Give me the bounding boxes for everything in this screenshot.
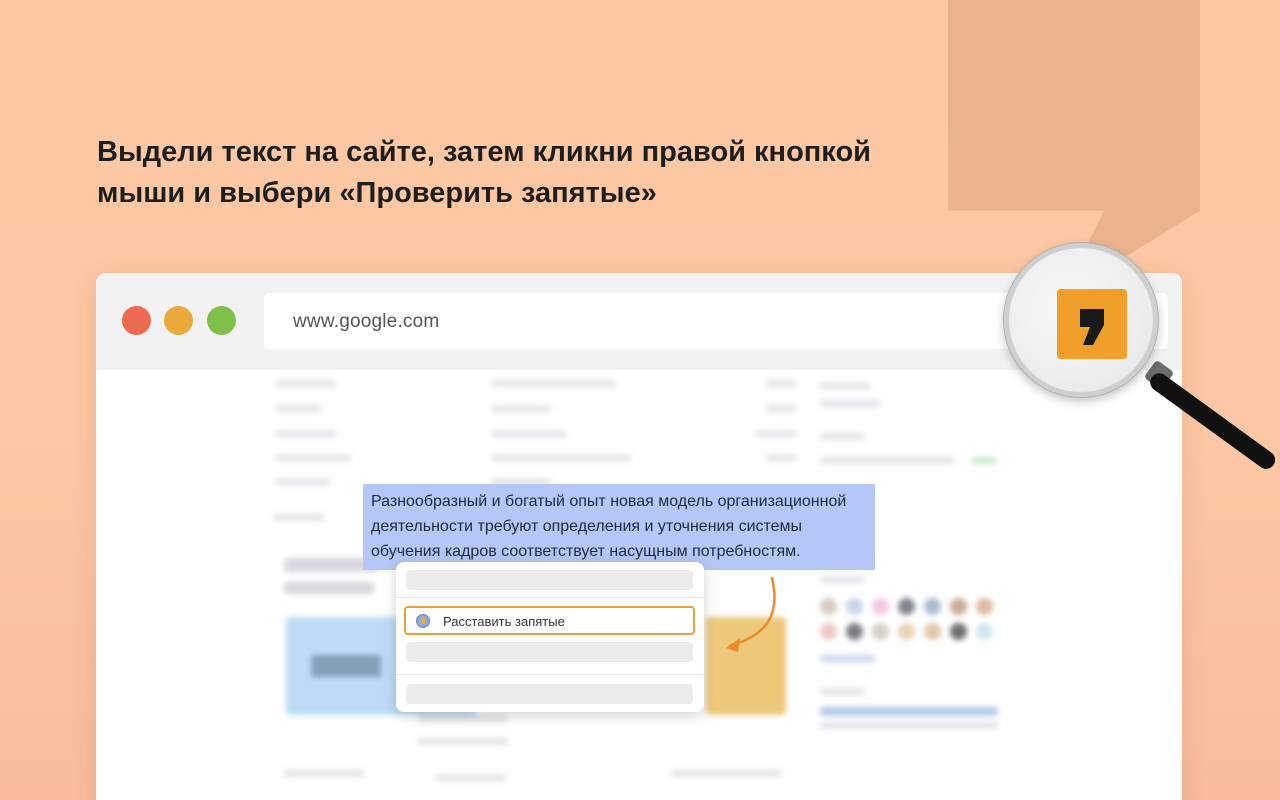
blurred-row [276, 430, 336, 437]
close-window-button[interactable] [122, 306, 151, 335]
blurred-avatar [872, 598, 889, 615]
blurred-avatar [950, 598, 967, 615]
blurred-row [756, 430, 796, 437]
blurred-row [276, 478, 331, 485]
blurred-row [766, 380, 796, 387]
pointer-arrow-icon [726, 576, 776, 652]
blurred-row [820, 400, 880, 407]
blurred-row [418, 738, 508, 745]
blurred-row [276, 380, 336, 387]
blurred-avatar [950, 623, 967, 640]
menu-item-add-commas-label: Расставить запятые [443, 614, 565, 629]
blurred-progress [820, 707, 998, 716]
menu-item-placeholder[interactable] [406, 642, 693, 662]
headline-line-1: Выдели текст на сайте, затем кликни прав… [97, 136, 871, 168]
blurred-row [766, 454, 796, 461]
page-headline: Выдели текст на сайте, затем кликни прав… [97, 132, 917, 214]
blurred-row [418, 715, 508, 722]
blurred-row [820, 433, 865, 440]
blurred-avatar [846, 623, 863, 640]
blurred-avatar [898, 623, 915, 640]
blurred-row [820, 382, 870, 389]
blurred-avatar [924, 598, 941, 615]
blurred-badge [972, 457, 996, 464]
menu-item-placeholder[interactable] [406, 684, 693, 704]
blurred-row [284, 770, 364, 777]
blurred-link [820, 655, 875, 662]
blurred-row [274, 514, 324, 521]
blurred-row [671, 770, 781, 777]
blurred-row [276, 405, 321, 412]
blurred-row [491, 430, 566, 437]
blurred-row [820, 688, 865, 695]
blurred-row [820, 722, 998, 729]
blurred-avatar [846, 598, 863, 615]
comma-glyph-icon [1080, 309, 1104, 345]
menu-item-placeholder[interactable] [406, 570, 693, 590]
comma-logo-icon[interactable] [1057, 289, 1127, 359]
blurred-avatar [872, 623, 889, 640]
blurred-row [491, 454, 631, 461]
blurred-row [491, 380, 616, 387]
blurred-avatar [976, 598, 993, 615]
blurred-avatar [924, 623, 941, 640]
maximize-window-button[interactable] [207, 306, 236, 335]
menu-divider [396, 674, 704, 675]
context-menu: Расставить запятые [396, 562, 704, 712]
menu-item-add-commas[interactable]: Расставить запятые [404, 606, 695, 635]
blurred-row [276, 454, 351, 461]
blurred-heading [284, 582, 374, 594]
extension-icon [416, 614, 430, 628]
blurred-row [766, 405, 796, 412]
blurred-avatar [820, 623, 837, 640]
magnifier-icon [990, 240, 1280, 473]
blurred-avatar [976, 623, 993, 640]
blurred-row [436, 774, 506, 781]
selected-text[interactable]: Разнообразный и богатый опыт новая модел… [363, 484, 875, 570]
blurred-avatar [820, 598, 837, 615]
blurred-avatar [898, 598, 915, 615]
blurred-row [820, 576, 865, 583]
address-bar-url: www.google.com [293, 311, 440, 332]
blurred-banner-text [311, 655, 381, 677]
blurred-row [820, 457, 955, 464]
menu-divider [396, 597, 704, 598]
headline-line-2: мыши и выбери «Проверить запятые» [97, 177, 657, 209]
decorative-comma-shape [948, 0, 1200, 270]
blurred-row [491, 405, 551, 412]
minimize-window-button[interactable] [164, 306, 193, 335]
